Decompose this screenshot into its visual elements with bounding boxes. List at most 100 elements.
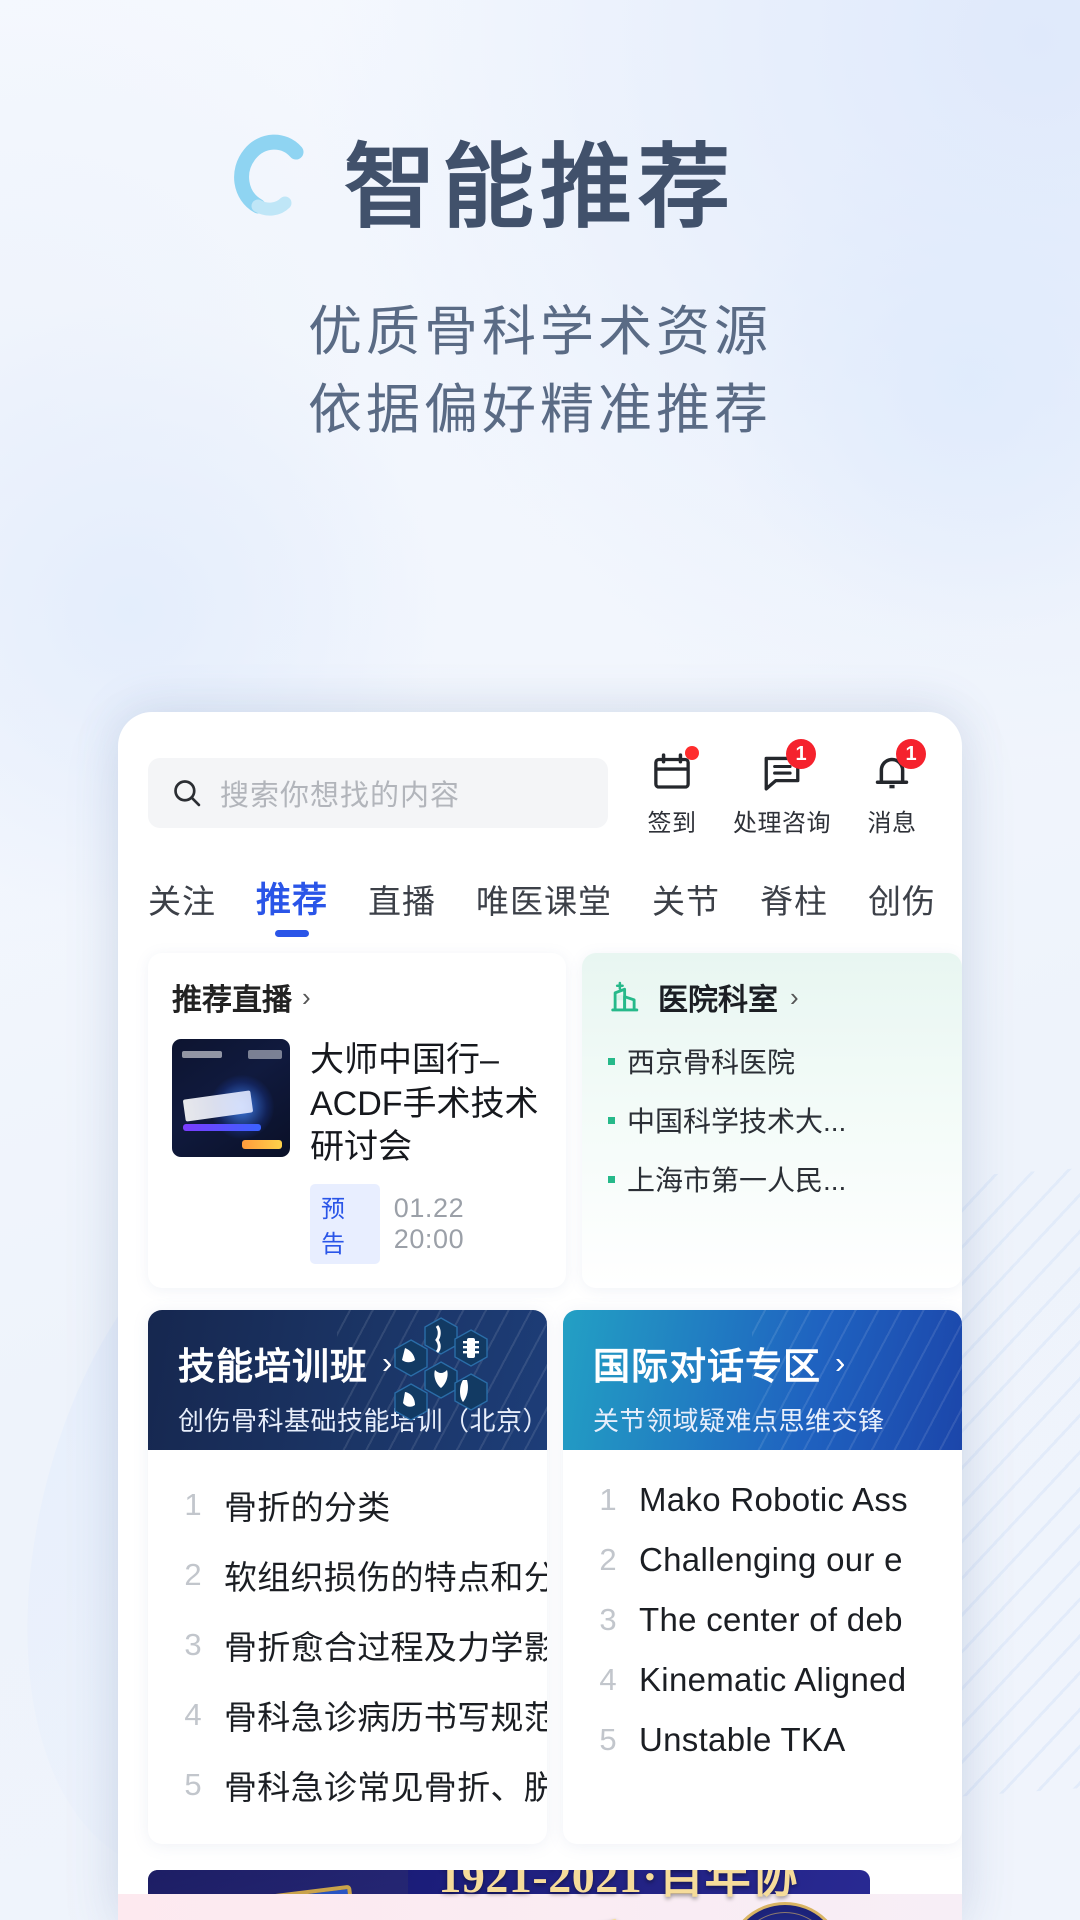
app-preview-card: 搜索你想找的内容 签到 1 处理咨询 1 消息 关注 推荐 直播 唯医课堂 关节… [118,712,962,1920]
topic-title: Mako Robotic Ass [639,1480,908,1518]
topic-index: 2 [599,1541,617,1577]
dept-card-title: 医院科室 [658,984,778,1017]
list-item[interactable]: 2 软组织损伤的特点和分型 [148,1542,547,1608]
topic-title: The center of deb [639,1600,903,1638]
hospital-icon [611,981,639,1012]
bullet-icon [608,1057,615,1065]
thumb-bar [183,1124,261,1131]
topic-index: 3 [599,1601,617,1637]
consult-count-badge: 1 [786,739,816,769]
header-action-group: 签到 1 处理咨询 1 消息 [630,739,934,838]
list-item[interactable]: 中国科学技术大... [608,1100,962,1140]
chevron-right-icon: › [790,981,799,1012]
topic-index: 4 [184,1696,202,1732]
international-banner[interactable]: 国际对话专区 › 关节领域疑难点思维交锋 [563,1309,962,1450]
topic-title: Kinematic Aligned [639,1660,907,1698]
training-section-card[interactable]: 技能培训班 › 创伤骨科基础技能培训（北京） 1 骨折的分类 2 软组织损伤的特… [148,1309,547,1844]
list-item[interactable]: 2 Challenging our e [563,1532,962,1588]
bone-hexagon-cluster-icon [394,1316,488,1421]
header-action-label: 签到 [647,810,697,837]
topic-index: 4 [599,1661,617,1697]
messages-count-badge: 1 [896,739,926,769]
header-action-messages[interactable]: 1 消息 [850,739,934,838]
live-item-time: 01.22 20:00 [393,1192,465,1254]
list-item[interactable]: 4 Kinematic Aligned [563,1652,962,1708]
bullet-icon [608,1116,615,1124]
dept-item-label: 中国科学技术大... [627,1106,847,1137]
live-card-header[interactable]: 推荐直播 › [172,975,542,1019]
tab-weiyiketang[interactable]: 唯医课堂 [476,875,612,939]
training-banner-title: 技能培训班 [178,1345,368,1387]
list-item[interactable]: 4 骨科急诊病历书写规范 [148,1682,547,1748]
topic-index: 3 [184,1626,202,1662]
header-action-checkin[interactable]: 签到 [630,746,714,838]
topic-title: Challenging our e [639,1540,903,1578]
tab-tuijian[interactable]: 推荐 [256,872,328,939]
chevron-right-icon: › [835,1344,847,1380]
bell-icon: 1 [870,739,926,794]
live-text-block: 大师中国行–ACDF手术技术研讨会 预告 01.22 20:00 [310,1039,542,1264]
live-thumbnail[interactable] [172,1039,290,1157]
thumb-logo-left [182,1051,222,1058]
list-item[interactable]: 5 骨科急诊常见骨折、脱... [148,1752,547,1818]
topic-title: 软组织损伤的特点和分型 [224,1558,547,1596]
tab-guanzhu[interactable]: 关注 [148,875,216,939]
header-action-label: 消息 [867,810,917,837]
live-item-meta: 预告 01.22 20:00 [310,1183,542,1264]
header-action-consult[interactable]: 1 处理咨询 [733,739,831,838]
message-reply-icon: 1 [760,739,816,794]
live-card-title: 推荐直播 [172,984,292,1017]
topic-index: 5 [599,1721,617,1757]
topic-title: 骨折的分类 [224,1488,391,1526]
dept-card-header[interactable]: 医院科室 › [608,975,962,1019]
topic-title: 骨科急诊常见骨折、脱... [224,1768,547,1806]
international-banner-title-row: 国际对话专区 › [593,1336,932,1390]
dept-item-label: 西京骨科医院 [627,1047,796,1078]
topic-title: Unstable TKA [639,1720,846,1758]
list-item[interactable]: 3 骨折愈合过程及力学影... [148,1612,547,1678]
recommended-live-card[interactable]: 推荐直播 › 大师中国行–ACDF手术技术研讨会 预告 01.22 20:00 [148,953,566,1288]
tab-jizhu[interactable]: 脊柱 [760,875,828,939]
page-title: 智能推荐 [343,137,736,239]
thumb-sponsor [242,1140,282,1149]
training-banner[interactable]: 技能培训班 › 创伤骨科基础技能培训（北京） [148,1309,547,1450]
list-item[interactable]: 1 Mako Robotic Ass [563,1472,962,1528]
international-topic-list: 1 Mako Robotic Ass 2 Challenging our e 3… [563,1450,962,1794]
hero-subtitle: 优质骨科学术资源 依据偏好精准推荐 [0,293,1080,450]
list-item[interactable]: 5 Unstable TKA [563,1712,962,1768]
tab-chuangshang[interactable]: 创伤 [868,875,936,939]
dept-item-label: 上海市第一人民... [627,1165,847,1196]
search-icon [174,780,201,807]
status-badge: 预告 [310,1183,380,1264]
list-item[interactable]: 1 骨折的分类 [148,1472,547,1538]
checkin-dot-badge [685,746,699,760]
international-banner-subtitle: 关节领域疑难点思维交锋 [593,1405,885,1436]
app-header: 搜索你想找的内容 签到 1 处理咨询 1 消息 [118,712,962,838]
bullet-icon [608,1175,615,1183]
training-topic-list: 1 骨折的分类 2 软组织损伤的特点和分型 3 骨折愈合过程及力学影... 4 … [148,1450,547,1844]
dept-list: 西京骨科医院 中国科学技术大... 上海市第一人民... [608,1041,962,1199]
topic-title: 骨科急诊病历书写规范 [224,1698,547,1736]
topic-title: 骨折愈合过程及力学影... [224,1628,547,1666]
tab-guanjie[interactable]: 关节 [652,875,720,939]
tab-zhibo[interactable]: 直播 [368,875,436,939]
live-item-title: 大师中国行–ACDF手术技术研讨会 [310,1041,539,1167]
topic-index: 1 [184,1486,202,1522]
highlight-row: 推荐直播 › 大师中国行–ACDF手术技术研讨会 预告 01.22 20:00 [118,939,962,1288]
list-item[interactable]: 3 The center of deb [563,1592,962,1648]
search-input[interactable]: 搜索你想找的内容 [148,758,608,828]
topic-index: 1 [599,1481,617,1517]
category-tab-bar: 关注 推荐 直播 唯医课堂 关节 脊柱 创伤 [118,838,962,939]
international-banner-title: 国际对话专区 [593,1345,821,1387]
header-action-label: 处理咨询 [733,810,831,837]
list-item[interactable]: 上海市第一人民... [608,1159,962,1199]
chevron-right-icon: › [302,981,311,1012]
hospital-department-card[interactable]: 医院科室 › 西京骨科医院 中国科学技术大... 上海市第一人民... [582,953,962,1288]
thumb-logo-right [248,1050,282,1059]
topic-index: 2 [184,1556,202,1592]
international-section-card[interactable]: 国际对话专区 › 关节领域疑难点思维交锋 1 Mako Robotic Ass … [563,1309,962,1844]
section-row: 技能培训班 › 创伤骨科基础技能培训（北京） 1 骨折的分类 2 软组织损伤的特… [118,1288,962,1844]
hero-subtitle-line-2: 依据偏好精准推荐 [308,379,772,440]
topic-index: 5 [184,1766,202,1802]
list-item[interactable]: 西京骨科医院 [608,1041,962,1081]
